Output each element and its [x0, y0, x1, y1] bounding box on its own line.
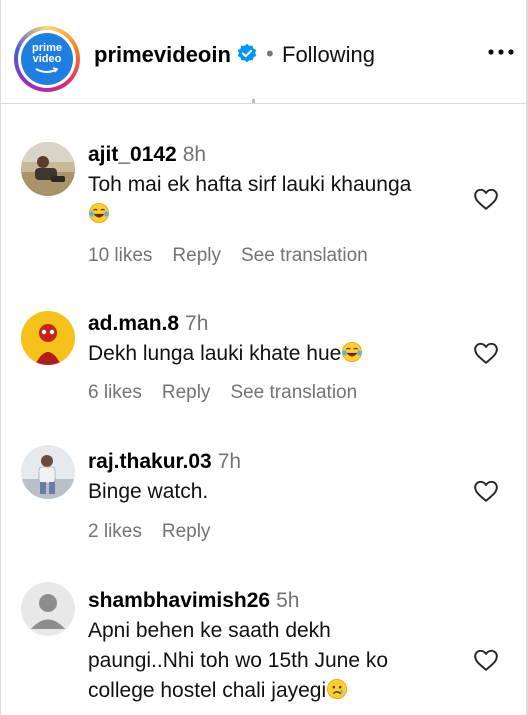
- likes-count[interactable]: 2 likes: [88, 521, 142, 542]
- see-translation-link[interactable]: See translation: [241, 245, 368, 266]
- username-text: ajit_0142: [88, 143, 177, 166]
- see-translation-link[interactable]: See translation: [230, 382, 357, 403]
- username-text: shambhavimish26: [88, 589, 271, 612]
- comment-line: college hostel chali jayegi: [88, 676, 453, 706]
- commenter-avatar[interactable]: [21, 142, 75, 196]
- username-text: ad.man.8: [88, 312, 180, 335]
- sad-face-icon: [327, 679, 348, 699]
- logo-text-video: video: [32, 53, 62, 65]
- face-with-tears-of-joy-icon: [342, 342, 363, 362]
- comment-username[interactable]: shambhavimish26 5h: [88, 588, 299, 614]
- frame-border-left: [0, 0, 1, 715]
- comment-line: Binge watch.: [88, 480, 209, 503]
- commenter-avatar[interactable]: [21, 311, 75, 365]
- comment-line: paungi..Nhi toh wo 15th June ko: [88, 649, 389, 672]
- account-username[interactable]: primevideoin: [94, 42, 231, 68]
- reply-button[interactable]: Reply: [162, 382, 211, 403]
- comment-username[interactable]: ajit_0142 8h: [88, 142, 206, 168]
- likes-count[interactable]: 6 likes: [88, 382, 142, 403]
- comment-actions: 6 likes Reply See translation: [88, 381, 377, 405]
- likes-count[interactable]: 10 likes: [88, 245, 152, 266]
- following-button[interactable]: Following: [282, 42, 375, 68]
- commenter-avatar-default[interactable]: [21, 582, 75, 636]
- comment-timestamp: 5h: [276, 589, 300, 612]
- separator-dot: •: [266, 41, 274, 66]
- heart-icon[interactable]: [473, 648, 499, 672]
- comment-text: Binge watch.: [88, 477, 453, 507]
- reply-button[interactable]: Reply: [162, 521, 211, 542]
- comment-line: Dekh lunga lauki khate hue: [88, 342, 342, 365]
- reply-button[interactable]: Reply: [172, 245, 221, 266]
- comment-username[interactable]: raj.thakur.03 7h: [88, 449, 241, 475]
- more-horizontal-icon[interactable]: [487, 47, 515, 57]
- commenter-avatar[interactable]: [21, 445, 75, 499]
- comment-actions: 2 likes Reply: [88, 520, 230, 544]
- comment-timestamp: 8h: [182, 143, 207, 166]
- smile-arrow-icon: [35, 67, 59, 73]
- heart-icon[interactable]: [473, 341, 499, 365]
- default-user-icon: [21, 582, 75, 636]
- comment-timestamp: 7h: [185, 312, 209, 335]
- post-header: prime video primevideoin • Following: [0, 0, 528, 104]
- verified-badge-icon: [237, 43, 257, 63]
- comment-line: Toh mai ek hafta sirf lauki khaunga: [88, 173, 412, 196]
- comment-text: Toh mai ek hafta sirf lauki khaunga: [88, 170, 453, 230]
- heart-icon[interactable]: [473, 187, 499, 211]
- username-text: raj.thakur.03: [88, 450, 212, 473]
- profile-avatar[interactable]: prime video: [14, 26, 80, 92]
- heart-icon[interactable]: [473, 479, 499, 503]
- comment-text: Dekh lunga lauki khate hue: [88, 339, 453, 369]
- comment-line: Apni behen ke saath dekh: [88, 619, 331, 642]
- comment-username[interactable]: ad.man.8 7h: [88, 311, 208, 337]
- comment-text: Apni behen ke saath dekh paungi..Nhi toh…: [88, 616, 453, 706]
- comment-emoji-line: [88, 200, 453, 230]
- header-divider: [0, 103, 528, 104]
- comment-timestamp: 7h: [217, 450, 242, 473]
- prime-video-logo: prime video: [21, 33, 73, 85]
- comment-actions: 10 likes Reply See translation: [88, 244, 388, 268]
- face-with-tears-of-joy-icon: [89, 203, 109, 223]
